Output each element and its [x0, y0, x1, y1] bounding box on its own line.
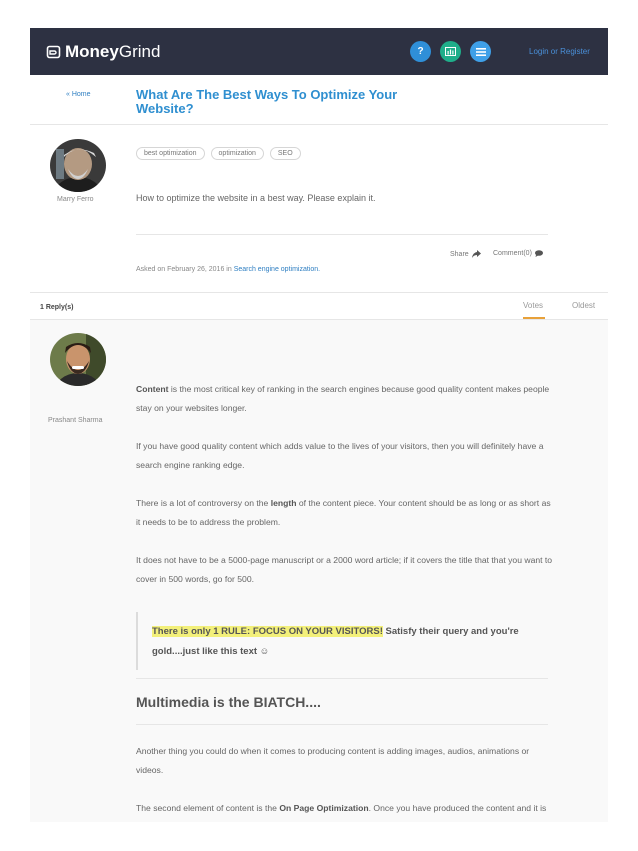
tag-best-optimization[interactable]: best optimization	[136, 147, 205, 160]
reply-count: 1 Reply(s)	[40, 304, 74, 311]
answerer-name[interactable]: Prashant Sharma	[48, 417, 102, 424]
answerer-avatar-image	[50, 333, 106, 386]
category-link[interactable]: Search engine optimization.	[234, 266, 320, 273]
list-icon[interactable]	[470, 41, 491, 62]
home-link[interactable]: « Home	[66, 91, 91, 98]
p6-text-a: The second element of content is the	[136, 803, 280, 813]
question-section: « Home What Are The Best Ways To Optimiz…	[30, 75, 608, 292]
question-body: How to optimize the website in a best wa…	[136, 193, 376, 203]
answer-paragraph-4: It does not have to be a 5000-page manus…	[136, 555, 553, 584]
asked-date: Asked on February 26, 2016 in	[136, 266, 232, 273]
bold-content: Content	[136, 384, 169, 394]
question-title[interactable]: What Are The Best Ways To Optimize Your …	[136, 88, 416, 116]
asked-info: Asked on February 26, 2016 in Search eng…	[136, 266, 320, 273]
answer-paragraph-6: The second element of content is the On …	[136, 799, 554, 822]
comment-icon	[534, 250, 543, 257]
divider	[136, 234, 548, 235]
tag-optimization[interactable]: optimization	[210, 147, 264, 160]
login-register-link[interactable]: Login or Register	[529, 47, 590, 56]
answer-paragraph-2: If you have good quality content which a…	[136, 441, 544, 470]
answer-paragraph-3: There is a lot of controversy on the len…	[136, 494, 554, 532]
tag-list: best optimization optimization SEO	[136, 147, 301, 160]
share-button[interactable]: Share	[450, 250, 481, 258]
chart-glyph	[445, 47, 456, 56]
p1-text: is the most critical key of ranking in t…	[136, 384, 550, 413]
divider	[136, 678, 548, 679]
bold-length: length	[270, 498, 297, 508]
logo-icon	[46, 45, 61, 59]
chart-icon[interactable]	[440, 41, 461, 62]
logo-light-text: Grind	[118, 42, 161, 61]
p3-text-a: There is a lot of controversy on the	[136, 498, 271, 508]
tag-seo[interactable]: SEO	[269, 147, 301, 160]
divider	[136, 724, 548, 725]
answerer-avatar[interactable]	[50, 333, 106, 386]
question-glyph: ?	[417, 46, 424, 57]
replies-bar: 1 Reply(s) Votes Oldest	[30, 292, 608, 320]
top-navbar: Money Grind ? Login or Register	[30, 28, 608, 75]
answer-section: Prashant Sharma Content is the most crit…	[30, 320, 608, 822]
comment-label: Comment(0)	[493, 250, 532, 257]
answer-paragraph-1: Content is the most critical key of rank…	[136, 380, 554, 418]
comment-button[interactable]: Comment(0)	[493, 250, 543, 257]
share-icon	[471, 250, 481, 258]
section-heading: Multimedia is the BIATCH....	[136, 694, 321, 710]
sort-oldest-tab[interactable]: Oldest	[572, 301, 595, 310]
question-icon[interactable]: ?	[410, 41, 431, 62]
active-tab-underline	[523, 317, 545, 319]
logo-bold-text: Money	[65, 42, 119, 61]
blockquote: There is only 1 RULE: FOCUS ON YOUR VISI…	[136, 612, 548, 670]
bold-on-page-optimization: On Page Optimization	[279, 803, 369, 813]
asker-avatar-image	[50, 139, 106, 192]
asker-avatar[interactable]	[50, 139, 106, 192]
page-frame: Money Grind ? Login or Register « Home Wh…	[30, 28, 608, 822]
site-logo[interactable]: Money Grind	[46, 42, 160, 62]
list-glyph	[475, 47, 486, 56]
divider	[30, 124, 608, 125]
share-label: Share	[450, 250, 469, 258]
asker-name[interactable]: Marry Ferro	[57, 196, 94, 203]
sort-votes-tab[interactable]: Votes	[523, 301, 543, 310]
highlighted-rule: There is only 1 RULE: FOCUS ON YOUR VISI…	[152, 626, 383, 637]
answer-paragraph-5: Another thing you could do when it comes…	[136, 746, 530, 775]
